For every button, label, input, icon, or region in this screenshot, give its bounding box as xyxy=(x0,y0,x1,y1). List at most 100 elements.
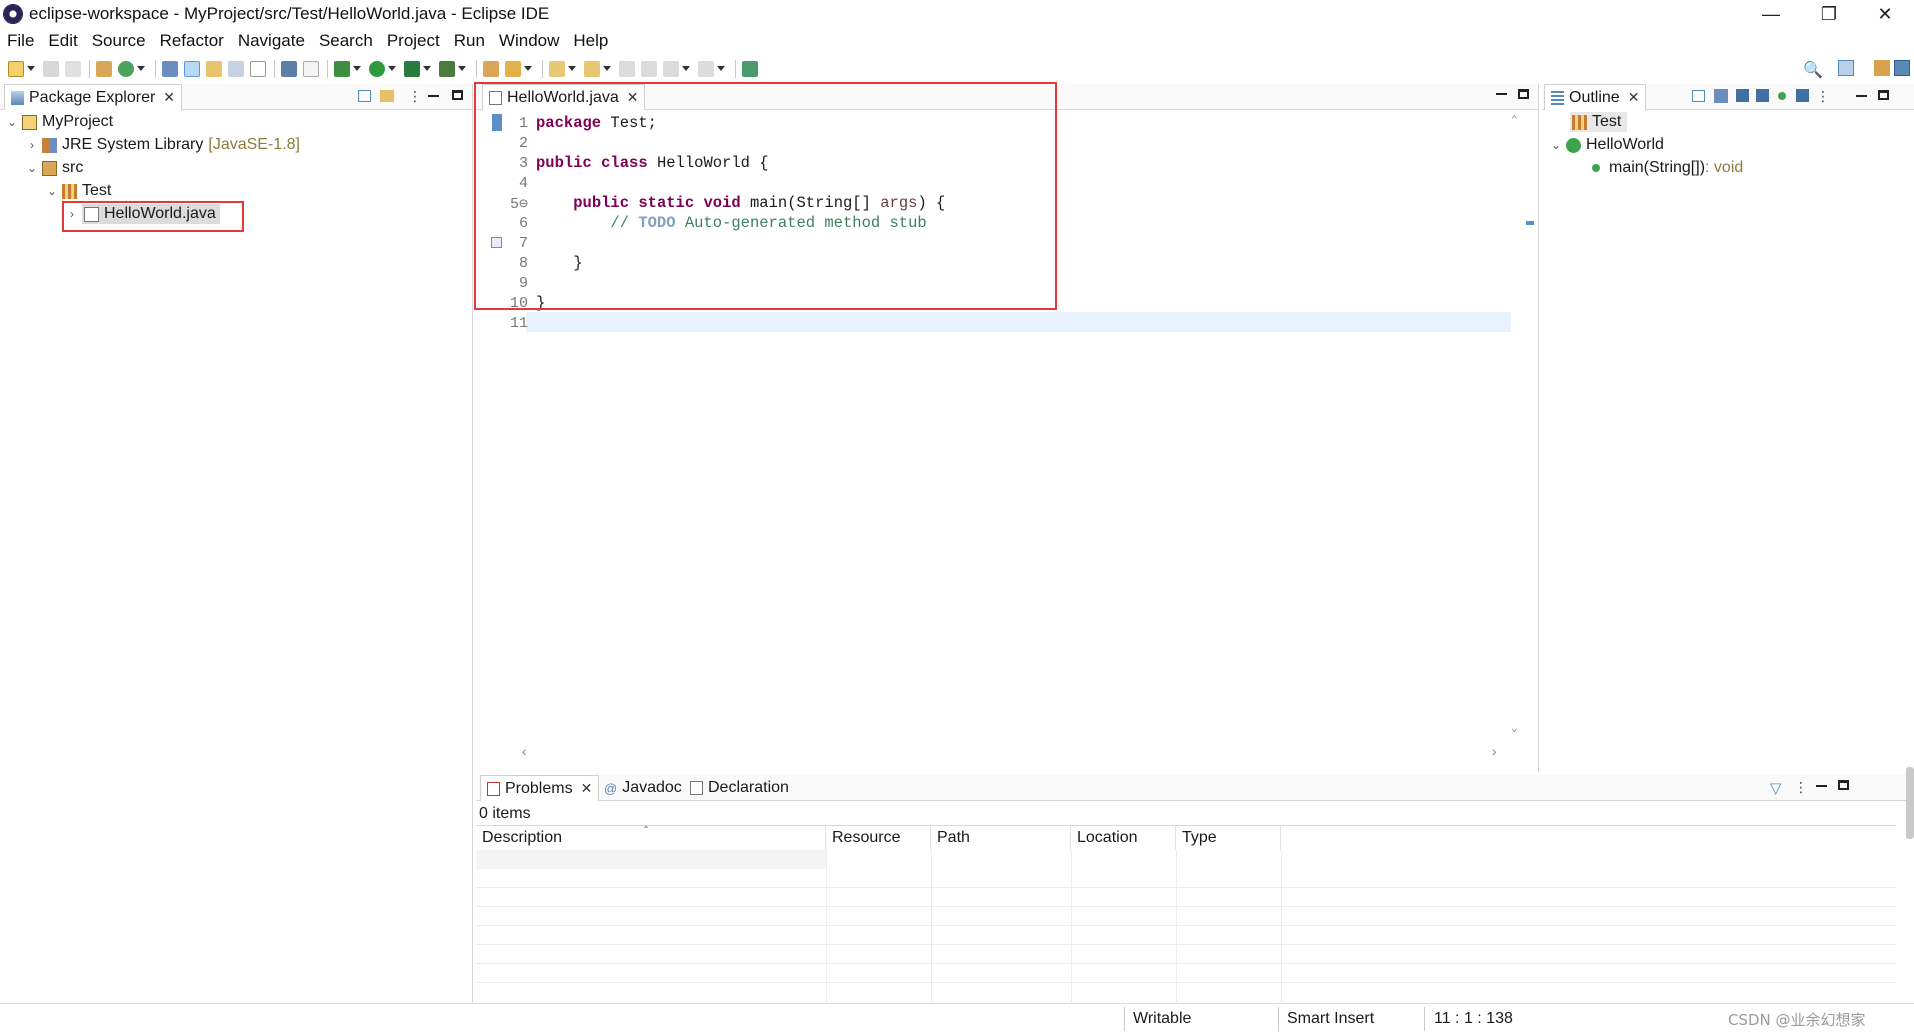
minimize-editor-icon[interactable] xyxy=(1496,93,1507,95)
close-button[interactable]: ✕ xyxy=(1856,0,1914,28)
menu-edit[interactable]: Edit xyxy=(41,31,84,51)
previous-annotation-icon[interactable] xyxy=(584,60,600,77)
column-path[interactable]: Path xyxy=(931,826,1071,850)
run-dropdown-icon[interactable] xyxy=(388,66,396,71)
chevron-down-icon[interactable]: ⌄ xyxy=(6,115,18,129)
outline-item-main[interactable]: main(String[]) : void xyxy=(1592,157,1743,179)
save-icon[interactable] xyxy=(43,60,59,77)
coverage-icon[interactable] xyxy=(404,60,420,77)
open-perspective-icon[interactable] xyxy=(1838,60,1854,76)
trim-stack-handle[interactable] xyxy=(1906,767,1914,839)
scroll-right-icon[interactable]: › xyxy=(1490,745,1498,761)
open-task-icon[interactable] xyxy=(483,60,499,77)
tab-package-explorer[interactable]: Package Explorer ✕ xyxy=(4,84,183,110)
menu-run[interactable]: Run xyxy=(447,31,492,51)
refresh-dropdown-icon[interactable] xyxy=(137,66,145,71)
back-dropdown-icon[interactable] xyxy=(682,66,690,71)
column-type[interactable]: Type xyxy=(1176,826,1281,850)
view-menu-icon[interactable]: ⋮ xyxy=(1816,88,1830,105)
tree-item-src[interactable]: ⌄ src xyxy=(26,157,83,179)
vertical-scrollbar[interactable]: ⌃ ⌄ xyxy=(1510,111,1522,744)
horizontal-scrollbar[interactable]: ‹ › xyxy=(512,744,1512,764)
chevron-right-icon[interactable]: › xyxy=(26,138,38,152)
forward-dropdown-icon[interactable] xyxy=(717,66,725,71)
chevron-down-icon[interactable]: ⌄ xyxy=(1550,138,1562,152)
column-description[interactable]: Description ˆ xyxy=(476,824,826,850)
menu-file[interactable]: File xyxy=(0,31,41,51)
scroll-left-icon[interactable]: ‹ xyxy=(520,745,528,761)
tab-outline[interactable]: Outline ✕ xyxy=(1544,84,1647,110)
minimize-view-icon[interactable] xyxy=(1816,785,1827,787)
external-tools-dropdown-icon[interactable] xyxy=(458,66,466,71)
debug-dropdown-icon[interactable] xyxy=(353,66,361,71)
coverage-dropdown-icon[interactable] xyxy=(423,66,431,71)
code-line[interactable]: 11 xyxy=(498,313,536,333)
run-icon[interactable] xyxy=(369,60,385,77)
back-icon[interactable] xyxy=(663,60,679,77)
scroll-down-icon[interactable]: ⌄ xyxy=(1511,721,1518,735)
pilcrow-icon[interactable] xyxy=(250,60,266,77)
minimize-view-icon[interactable] xyxy=(428,95,439,97)
outline-item-helloworld[interactable]: ⌄ HelloWorld xyxy=(1550,134,1664,156)
view-menu-icon[interactable]: ⋮ xyxy=(408,88,422,105)
tree-item-myproject[interactable]: ⌄ MyProject xyxy=(6,111,113,133)
console-icon[interactable] xyxy=(281,60,297,77)
search-toolbar-icon[interactable] xyxy=(505,60,521,77)
forward-icon[interactable] xyxy=(698,60,714,77)
tab-declaration[interactable]: Declaration xyxy=(684,775,795,801)
minimize-button[interactable]: — xyxy=(1742,0,1800,28)
menu-help[interactable]: Help xyxy=(566,31,615,51)
new-icon[interactable] xyxy=(8,60,24,77)
chevron-down-icon[interactable]: ⌄ xyxy=(46,184,58,198)
maximize-view-icon[interactable] xyxy=(1878,90,1889,100)
menu-refactor[interactable]: Refactor xyxy=(153,31,231,51)
column-resource[interactable]: Resource xyxy=(826,826,931,850)
column-location[interactable]: Location xyxy=(1071,826,1176,850)
close-icon[interactable]: ✕ xyxy=(163,89,175,106)
restore-button[interactable]: ❐ xyxy=(1800,0,1858,28)
sort-icon[interactable] xyxy=(1714,89,1728,103)
new-dropdown-icon[interactable] xyxy=(27,66,35,71)
search-dropdown-icon[interactable] xyxy=(524,66,532,71)
maximize-editor-icon[interactable] xyxy=(1518,89,1529,99)
maximize-view-icon[interactable] xyxy=(1838,780,1849,790)
hide-fields-icon[interactable] xyxy=(1736,89,1749,102)
external-tools-icon[interactable] xyxy=(439,60,455,77)
tab-javadoc[interactable]: @ Javadoc xyxy=(598,775,688,801)
view-menu-icon[interactable]: ⋮ xyxy=(1794,779,1808,796)
close-icon[interactable]: ✕ xyxy=(581,780,593,797)
collapse-all-icon[interactable] xyxy=(1692,90,1705,102)
tree-item-test-package[interactable]: ⌄ Test xyxy=(46,180,111,202)
close-icon[interactable]: ✕ xyxy=(1628,89,1640,106)
link-with-editor-icon[interactable] xyxy=(380,90,394,102)
new-java-project-icon[interactable] xyxy=(96,60,112,77)
minimize-view-icon[interactable] xyxy=(1856,95,1867,97)
search-icon[interactable]: 🔍 xyxy=(1803,60,1823,80)
tree-item-jre-library[interactable]: › JRE System Library [JavaSE-1.8] xyxy=(26,134,300,156)
save-all-icon[interactable] xyxy=(65,60,81,77)
last-edit-location-icon[interactable] xyxy=(619,60,635,77)
filter-icon[interactable]: ▽ xyxy=(1770,779,1782,797)
refresh-icon[interactable] xyxy=(118,60,134,77)
next-annotation-icon[interactable] xyxy=(549,60,565,77)
next-annotation-dropdown-icon[interactable] xyxy=(568,66,576,71)
next-edit-location-icon[interactable] xyxy=(641,60,657,77)
pin-editor-icon[interactable] xyxy=(742,60,758,77)
hide-non-public-icon[interactable] xyxy=(1778,92,1786,100)
java-perspective-icon[interactable] xyxy=(1894,60,1910,76)
menu-source[interactable]: Source xyxy=(85,31,153,51)
menu-navigate[interactable]: Navigate xyxy=(231,31,312,51)
collapse-all-icon[interactable] xyxy=(358,90,371,102)
debug-icon[interactable] xyxy=(334,60,350,77)
skip-breakpoints-icon[interactable] xyxy=(303,60,319,77)
chevron-down-icon[interactable]: ⌄ xyxy=(26,161,38,175)
java-ee-perspective-icon[interactable] xyxy=(1874,60,1890,76)
menu-window[interactable]: Window xyxy=(492,31,566,51)
hide-static-icon[interactable] xyxy=(1756,89,1769,102)
toggle-block-selection-icon[interactable] xyxy=(206,60,222,77)
previous-annotation-dropdown-icon[interactable] xyxy=(603,66,611,71)
toggle-mark-occurrences-icon[interactable] xyxy=(184,60,200,77)
menu-search[interactable]: Search xyxy=(312,31,380,51)
hide-local-types-icon[interactable] xyxy=(1796,89,1809,102)
maximize-view-icon[interactable] xyxy=(452,90,463,100)
